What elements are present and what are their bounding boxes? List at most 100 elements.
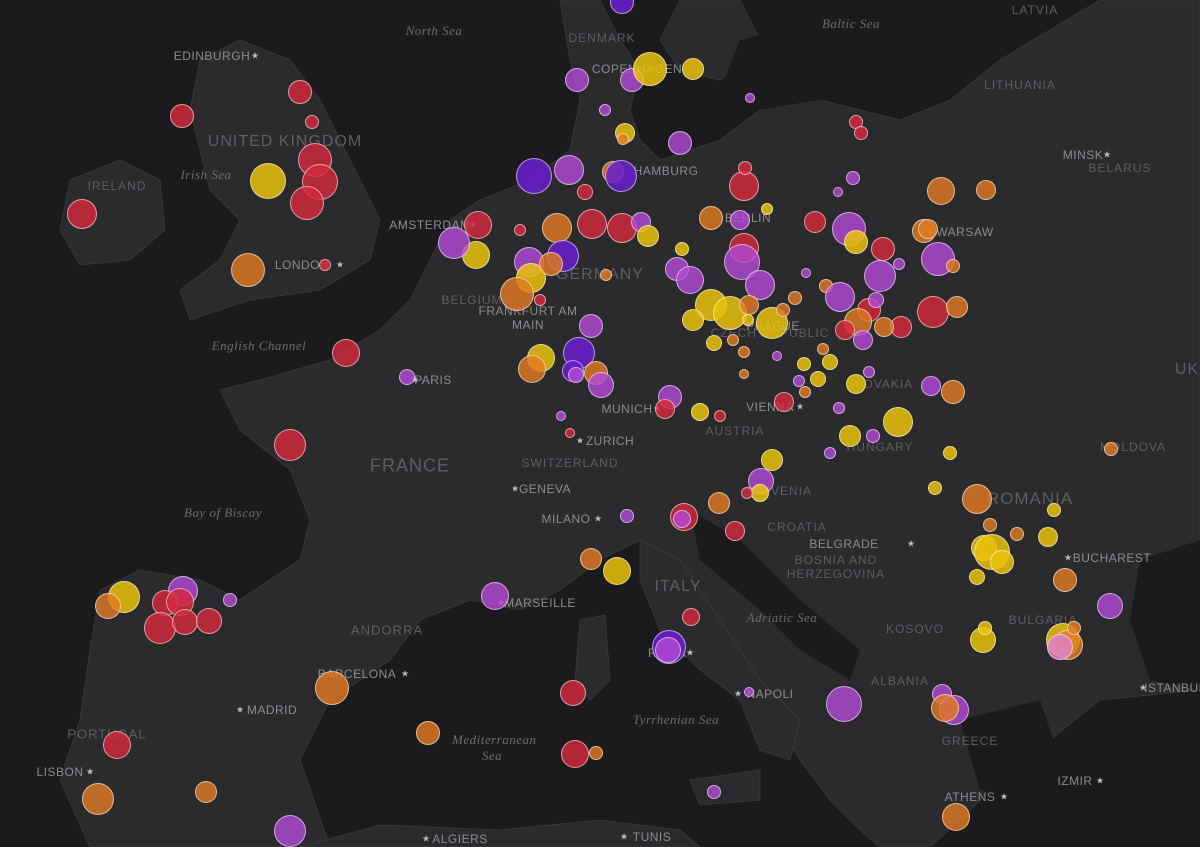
data-point-red[interactable] (560, 680, 586, 706)
data-point-orange[interactable] (941, 380, 965, 404)
data-point-yellow[interactable] (603, 557, 631, 585)
data-point-violet[interactable] (893, 258, 905, 270)
data-point-violet[interactable] (707, 785, 721, 799)
data-point-violet[interactable] (676, 266, 704, 294)
data-point-orange[interactable] (518, 355, 546, 383)
data-point-orange[interactable] (788, 291, 802, 305)
data-point-red[interactable] (67, 199, 97, 229)
data-point-yellow[interactable] (706, 335, 722, 351)
data-point-violet[interactable] (824, 447, 836, 459)
data-point-red[interactable] (290, 186, 324, 220)
data-point-violet[interactable] (833, 187, 843, 197)
data-point-yellow[interactable] (250, 163, 286, 199)
data-point-orange[interactable] (416, 721, 440, 745)
data-point-orange[interactable] (82, 783, 114, 815)
data-point-violet[interactable] (846, 171, 860, 185)
data-point-violet[interactable] (853, 330, 873, 350)
data-point-violet[interactable] (1097, 593, 1123, 619)
data-point-red[interactable] (332, 339, 360, 367)
data-point-red[interactable] (871, 237, 895, 261)
data-point-yellow[interactable] (797, 357, 811, 371)
data-point-violet[interactable] (274, 815, 306, 847)
data-point-orange[interactable] (799, 386, 811, 398)
data-point-red[interactable] (835, 320, 855, 340)
data-point-yellow[interactable] (633, 52, 667, 86)
data-point-orange[interactable] (942, 803, 970, 831)
data-point-violet[interactable] (223, 593, 237, 607)
data-point-violet[interactable] (568, 367, 584, 383)
data-point-red[interactable] (319, 259, 331, 271)
data-point-violet[interactable] (655, 637, 681, 663)
data-point-red[interactable] (854, 126, 868, 140)
data-point-orange[interactable] (195, 781, 217, 803)
data-point-orange[interactable] (946, 259, 960, 273)
data-point-orange[interactable] (315, 671, 349, 705)
data-point-orange[interactable] (1053, 568, 1077, 592)
data-point-yellow[interactable] (844, 230, 868, 254)
data-point-yellow[interactable] (822, 354, 838, 370)
data-point-indigo[interactable] (516, 158, 552, 194)
data-point-orange[interactable] (776, 303, 790, 317)
data-point-yellow[interactable] (751, 484, 769, 502)
data-point-orange[interactable] (708, 492, 730, 514)
data-point-orange[interactable] (589, 746, 603, 760)
data-point-violet[interactable] (579, 314, 603, 338)
data-point-yellow[interactable] (810, 371, 826, 387)
data-point-orange[interactable] (95, 593, 121, 619)
data-point-yellow[interactable] (990, 550, 1014, 574)
data-point-violet[interactable] (554, 155, 584, 185)
data-point-violet[interactable] (745, 93, 755, 103)
map-canvas[interactable]: LATVIA LITHUANIA DENMARK UNITED KINGDOM IREL… (0, 0, 1200, 847)
data-point-orange[interactable] (962, 484, 992, 514)
data-point-orange[interactable] (600, 269, 612, 281)
data-point-yellow[interactable] (691, 403, 709, 421)
data-point-orange[interactable] (983, 518, 997, 532)
data-point-violet[interactable] (772, 351, 782, 361)
data-point-yellow[interactable] (742, 314, 754, 326)
data-point-orange[interactable] (1067, 621, 1081, 635)
data-point-red[interactable] (172, 609, 198, 635)
data-point-orange[interactable] (542, 213, 572, 243)
data-point-orange[interactable] (1010, 527, 1024, 541)
data-point-violet[interactable] (565, 68, 589, 92)
data-point-indigo[interactable] (605, 160, 637, 192)
data-point-orange[interactable] (739, 369, 749, 379)
data-point-yellow[interactable] (846, 374, 866, 394)
data-point-red[interactable] (196, 608, 222, 634)
data-point-violet[interactable] (866, 429, 880, 443)
data-point-orange[interactable] (874, 317, 894, 337)
data-point-red[interactable] (738, 161, 752, 175)
data-point-orange[interactable] (539, 252, 563, 276)
data-point-violet[interactable] (668, 131, 692, 155)
data-point-red[interactable] (725, 521, 745, 541)
data-point-red[interactable] (655, 399, 675, 419)
data-point-violet[interactable] (825, 282, 855, 312)
data-point-violet[interactable] (730, 210, 750, 230)
data-point-violet[interactable] (620, 509, 634, 523)
data-point-yellow[interactable] (969, 569, 985, 585)
data-point-red[interactable] (561, 740, 589, 768)
data-point-pink[interactable] (1047, 634, 1073, 660)
data-point-yellow[interactable] (1047, 503, 1061, 517)
data-point-red[interactable] (305, 115, 319, 129)
data-point-violet[interactable] (588, 372, 614, 398)
data-point-violet[interactable] (599, 104, 611, 116)
data-point-orange[interactable] (946, 296, 968, 318)
data-point-orange[interactable] (500, 277, 534, 311)
data-point-red[interactable] (565, 428, 575, 438)
data-point-red[interactable] (144, 612, 176, 644)
data-point-red[interactable] (514, 224, 526, 236)
data-point-violet[interactable] (744, 687, 754, 697)
data-point-orange[interactable] (231, 253, 265, 287)
data-point-yellow[interactable] (928, 481, 942, 495)
data-point-orange[interactable] (931, 694, 959, 722)
data-point-yellow[interactable] (978, 621, 992, 635)
data-point-violet[interactable] (556, 411, 566, 421)
data-point-orange[interactable] (699, 206, 723, 230)
data-point-orange[interactable] (727, 334, 739, 346)
data-point-yellow[interactable] (637, 225, 659, 247)
data-point-violet[interactable] (673, 510, 691, 528)
data-point-red[interactable] (103, 731, 131, 759)
data-point-red[interactable] (288, 80, 312, 104)
data-point-yellow[interactable] (839, 425, 861, 447)
